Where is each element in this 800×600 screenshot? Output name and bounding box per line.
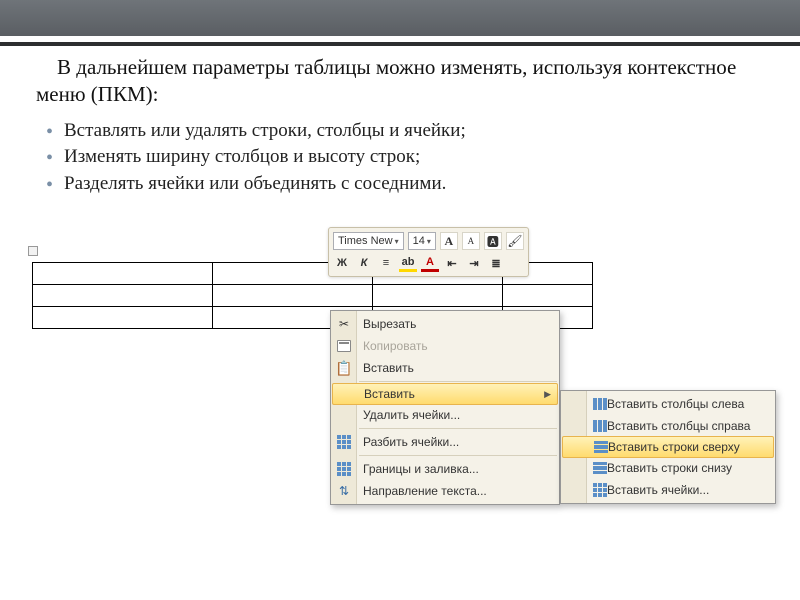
submenu-insert-cells[interactable]: Вставить ячейки... bbox=[561, 479, 775, 501]
scissors-icon: ✂ bbox=[335, 316, 353, 332]
split-cells-icon bbox=[335, 434, 353, 450]
borders-icon bbox=[335, 461, 353, 477]
menu-split-cells[interactable]: Разбить ячейки... bbox=[331, 431, 559, 453]
insert-cols-left-icon bbox=[593, 398, 607, 410]
align-center-button[interactable]: ≡ bbox=[377, 254, 395, 272]
menu-paste[interactable]: 📋 Вставить bbox=[331, 357, 559, 379]
highlight-button[interactable]: ab bbox=[399, 254, 417, 272]
menu-copy[interactable]: Копировать bbox=[331, 335, 559, 357]
font-size-combo[interactable]: 14▾ bbox=[408, 232, 436, 250]
insert-rows-below-icon bbox=[593, 462, 607, 474]
menu-text-direction[interactable]: ⇅ Направление текста... bbox=[331, 480, 559, 502]
chevron-right-icon: ▶ bbox=[544, 389, 551, 400]
shrink-font-button[interactable]: A bbox=[462, 232, 480, 250]
context-menu: ✂ Вырезать Копировать 📋 Вставить Вставит… bbox=[330, 310, 560, 505]
italic-button[interactable]: К bbox=[355, 254, 373, 272]
bullet-item: Разделять ячейки или объединять с соседн… bbox=[46, 171, 764, 198]
bullet-item: Вставлять или удалять строки, столбцы и … bbox=[46, 118, 764, 145]
insert-rows-above-icon bbox=[594, 441, 608, 453]
format-painter-button[interactable]: 🖌 bbox=[506, 232, 524, 250]
table-move-handle[interactable] bbox=[28, 246, 38, 256]
slide-divider bbox=[0, 42, 800, 46]
copy-icon bbox=[335, 338, 353, 354]
heading-text: В дальнейшем параметры таблицы можно изм… bbox=[36, 54, 764, 108]
bullet-list: Вставлять или удалять строки, столбцы и … bbox=[46, 118, 764, 198]
decrease-indent-button[interactable]: ⇤ bbox=[443, 254, 461, 272]
submenu-cols-left[interactable]: Вставить столбцы слева bbox=[561, 393, 775, 415]
text-direction-icon: ⇅ bbox=[335, 483, 353, 499]
menu-borders-shading[interactable]: Границы и заливка... bbox=[331, 458, 559, 480]
submenu-rows-below[interactable]: Вставить строки снизу bbox=[561, 457, 775, 479]
grow-font-button[interactable]: A bbox=[440, 232, 458, 250]
menu-separator bbox=[359, 381, 557, 382]
slide-top-band bbox=[0, 0, 800, 36]
menu-delete-cells[interactable]: Удалить ячейки... bbox=[331, 404, 559, 426]
font-name-combo[interactable]: Times New▾ bbox=[333, 232, 404, 250]
insert-submenu: Вставить столбцы слева Вставить столбцы … bbox=[560, 390, 776, 504]
submenu-rows-above[interactable]: Вставить строки сверху bbox=[562, 436, 774, 458]
font-color-button[interactable]: A bbox=[421, 254, 439, 272]
insert-cols-right-icon bbox=[593, 420, 607, 432]
bold-button[interactable]: Ж bbox=[333, 254, 351, 272]
menu-cut[interactable]: ✂ Вырезать bbox=[331, 313, 559, 335]
mini-toolbar[interactable]: Times New▾ 14▾ A A 🅰 🖌 Ж К ≡ ab A ⇤ ⇥ ≣ bbox=[328, 227, 529, 277]
slide-text: В дальнейшем параметры таблицы можно изм… bbox=[0, 50, 800, 198]
submenu-cols-right[interactable]: Вставить столбцы справа bbox=[561, 415, 775, 437]
bullet-list-button[interactable]: ≣ bbox=[487, 254, 505, 272]
insert-cells-icon bbox=[593, 483, 607, 497]
styles-button[interactable]: 🅰 bbox=[484, 232, 502, 250]
bullet-item: Изменять ширину столбцов и высоту строк; bbox=[46, 144, 764, 171]
menu-separator bbox=[359, 428, 557, 429]
menu-separator bbox=[359, 455, 557, 456]
menu-insert-submenu[interactable]: Вставить▶ bbox=[332, 383, 558, 405]
increase-indent-button[interactable]: ⇥ bbox=[465, 254, 483, 272]
clipboard-icon: 📋 bbox=[335, 360, 353, 376]
